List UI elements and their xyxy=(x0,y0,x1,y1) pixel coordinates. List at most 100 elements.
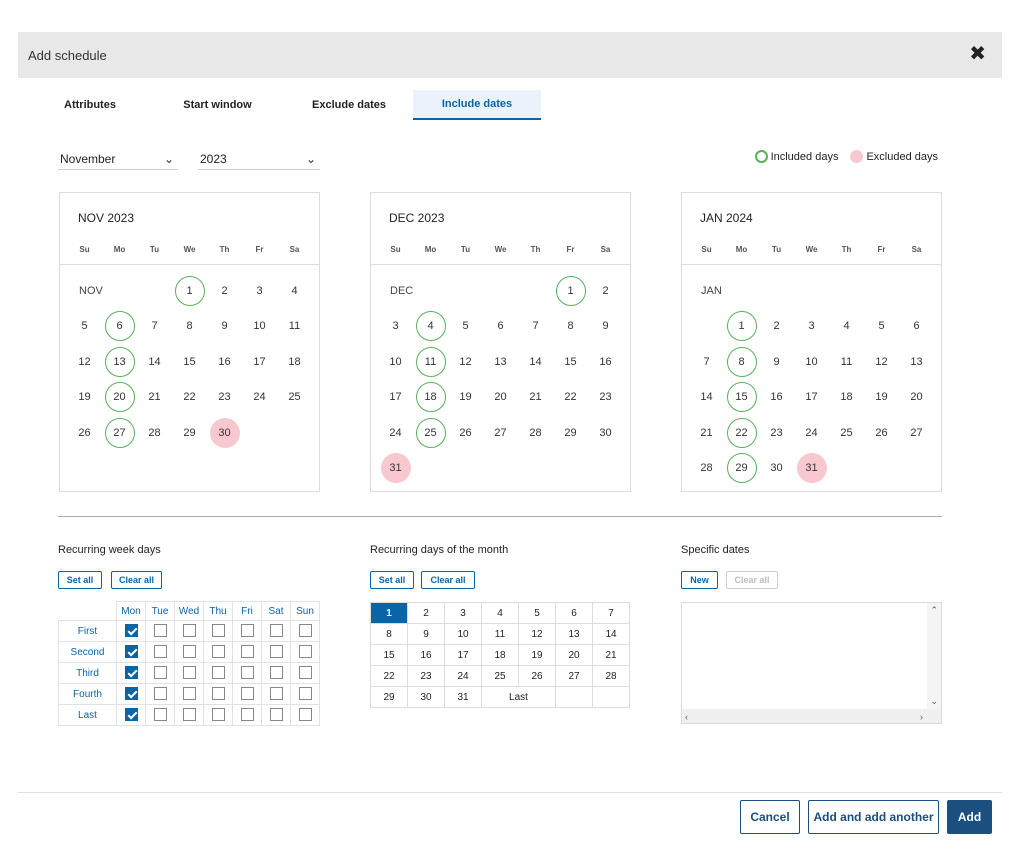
month-day-cell[interactable]: 17 xyxy=(444,644,482,666)
day-cell[interactable]: 28 xyxy=(518,415,553,451)
day-cell[interactable]: 14 xyxy=(689,380,724,416)
weekday-checkbox[interactable] xyxy=(182,687,196,701)
month-day-cell[interactable]: 25 xyxy=(481,665,519,687)
day-cell[interactable]: 17 xyxy=(378,380,413,416)
day-cell[interactable]: 20 xyxy=(483,380,518,416)
weekday-checkbox[interactable] xyxy=(269,645,283,659)
year-select[interactable]: 2023 ⌄ xyxy=(198,148,320,170)
weekday-checkbox[interactable] xyxy=(153,645,167,659)
day-cell[interactable]: 23 xyxy=(588,380,623,416)
month-clear-all-button[interactable]: Clear all xyxy=(421,571,475,589)
scroll-right-icon[interactable]: › xyxy=(920,712,923,722)
day-cell[interactable]: 25 xyxy=(829,415,864,451)
day-cell[interactable]: 8 xyxy=(724,344,759,380)
day-cell[interactable]: 24 xyxy=(378,415,413,451)
day-cell[interactable]: 19 xyxy=(864,380,899,416)
weekday-checkbox[interactable] xyxy=(211,645,225,659)
day-cell[interactable]: 21 xyxy=(518,380,553,416)
month-day-cell[interactable]: 28 xyxy=(592,665,630,687)
month-day-cell[interactable]: 2 xyxy=(407,602,445,624)
day-cell[interactable]: 12 xyxy=(864,344,899,380)
day-cell[interactable]: 3 xyxy=(794,309,829,345)
day-cell[interactable]: 23 xyxy=(759,415,794,451)
weekday-checkbox[interactable] xyxy=(153,687,167,701)
day-cell[interactable]: 11 xyxy=(277,309,312,345)
day-cell[interactable]: 27 xyxy=(899,415,934,451)
day-cell[interactable]: 16 xyxy=(207,344,242,380)
day-cell[interactable]: 7 xyxy=(689,344,724,380)
day-cell[interactable]: 6 xyxy=(899,309,934,345)
weekday-checkbox[interactable] xyxy=(269,708,283,722)
week-set-all-button[interactable]: Set all xyxy=(58,571,102,589)
weekday-checkbox[interactable] xyxy=(269,624,283,638)
month-day-cell[interactable]: 26 xyxy=(518,665,556,687)
weekday-checkbox[interactable] xyxy=(124,645,138,659)
month-day-cell[interactable]: 10 xyxy=(444,623,482,645)
day-cell[interactable]: 13 xyxy=(483,344,518,380)
day-cell[interactable]: 3 xyxy=(378,309,413,345)
day-cell[interactable]: 5 xyxy=(864,309,899,345)
month-day-cell[interactable]: 29 xyxy=(370,686,408,708)
month-day-cell[interactable]: 5 xyxy=(518,602,556,624)
scroll-down-icon[interactable]: ⌄ xyxy=(930,696,938,707)
day-cell[interactable]: 7 xyxy=(137,309,172,345)
scroll-left-icon[interactable]: ‹ xyxy=(685,712,688,722)
day-cell[interactable]: 24 xyxy=(242,380,277,416)
weekday-checkbox[interactable] xyxy=(211,708,225,722)
month-day-cell[interactable]: 11 xyxy=(481,623,519,645)
add-button[interactable]: Add xyxy=(947,800,992,834)
month-day-cell[interactable]: 22 xyxy=(370,665,408,687)
weekday-checkbox[interactable] xyxy=(182,624,196,638)
day-cell[interactable]: 8 xyxy=(172,309,207,345)
day-cell[interactable]: 28 xyxy=(689,451,724,487)
day-cell[interactable]: 22 xyxy=(553,380,588,416)
weekday-checkbox[interactable] xyxy=(182,708,196,722)
day-cell[interactable]: 11 xyxy=(413,344,448,380)
day-cell[interactable]: 18 xyxy=(829,380,864,416)
day-cell[interactable]: 5 xyxy=(67,309,102,345)
day-cell[interactable]: 6 xyxy=(483,309,518,345)
month-day-cell[interactable]: 14 xyxy=(592,623,630,645)
weekday-checkbox[interactable] xyxy=(153,666,167,680)
day-cell[interactable]: 11 xyxy=(829,344,864,380)
day-cell[interactable]: 19 xyxy=(67,380,102,416)
day-cell[interactable]: 31 xyxy=(378,451,413,487)
day-cell[interactable]: 8 xyxy=(553,309,588,345)
weekday-checkbox[interactable] xyxy=(182,645,196,659)
day-cell[interactable]: 12 xyxy=(67,344,102,380)
day-cell[interactable]: 27 xyxy=(102,415,137,451)
month-day-cell[interactable]: 8 xyxy=(370,623,408,645)
tab-start-window[interactable]: Start window xyxy=(150,90,285,120)
weekday-checkbox[interactable] xyxy=(153,624,167,638)
day-cell[interactable]: 4 xyxy=(413,309,448,345)
month-select[interactable]: November ⌄ xyxy=(58,148,178,170)
day-cell[interactable]: 28 xyxy=(137,415,172,451)
month-day-cell[interactable]: 20 xyxy=(555,644,593,666)
day-cell[interactable]: 17 xyxy=(242,344,277,380)
day-cell[interactable]: 12 xyxy=(448,344,483,380)
horizontal-scrollbar[interactable] xyxy=(682,709,941,723)
day-cell[interactable]: 29 xyxy=(724,451,759,487)
day-cell[interactable]: 26 xyxy=(67,415,102,451)
weekday-checkbox[interactable] xyxy=(240,624,254,638)
day-cell[interactable]: 22 xyxy=(172,380,207,416)
weekday-checkbox[interactable] xyxy=(153,708,167,722)
day-cell[interactable]: 3 xyxy=(242,273,277,309)
specific-dates-list[interactable]: ⌃ ⌄ ‹ › xyxy=(681,602,942,724)
day-cell[interactable]: 10 xyxy=(794,344,829,380)
day-cell[interactable]: 21 xyxy=(137,380,172,416)
month-day-cell[interactable]: Last xyxy=(481,686,556,708)
day-cell[interactable]: 25 xyxy=(413,415,448,451)
day-cell[interactable]: 16 xyxy=(759,380,794,416)
day-cell[interactable]: 5 xyxy=(448,309,483,345)
month-day-cell[interactable]: 7 xyxy=(592,602,630,624)
day-cell[interactable]: 15 xyxy=(724,380,759,416)
month-set-all-button[interactable]: Set all xyxy=(370,571,414,589)
add-and-add-another-button[interactable]: Add and add another xyxy=(808,800,939,834)
weekday-checkbox[interactable] xyxy=(269,687,283,701)
day-cell[interactable]: 13 xyxy=(899,344,934,380)
month-day-cell[interactable]: 4 xyxy=(481,602,519,624)
weekday-checkbox[interactable] xyxy=(124,624,138,638)
weekday-checkbox[interactable] xyxy=(211,666,225,680)
cancel-button[interactable]: Cancel xyxy=(740,800,800,834)
